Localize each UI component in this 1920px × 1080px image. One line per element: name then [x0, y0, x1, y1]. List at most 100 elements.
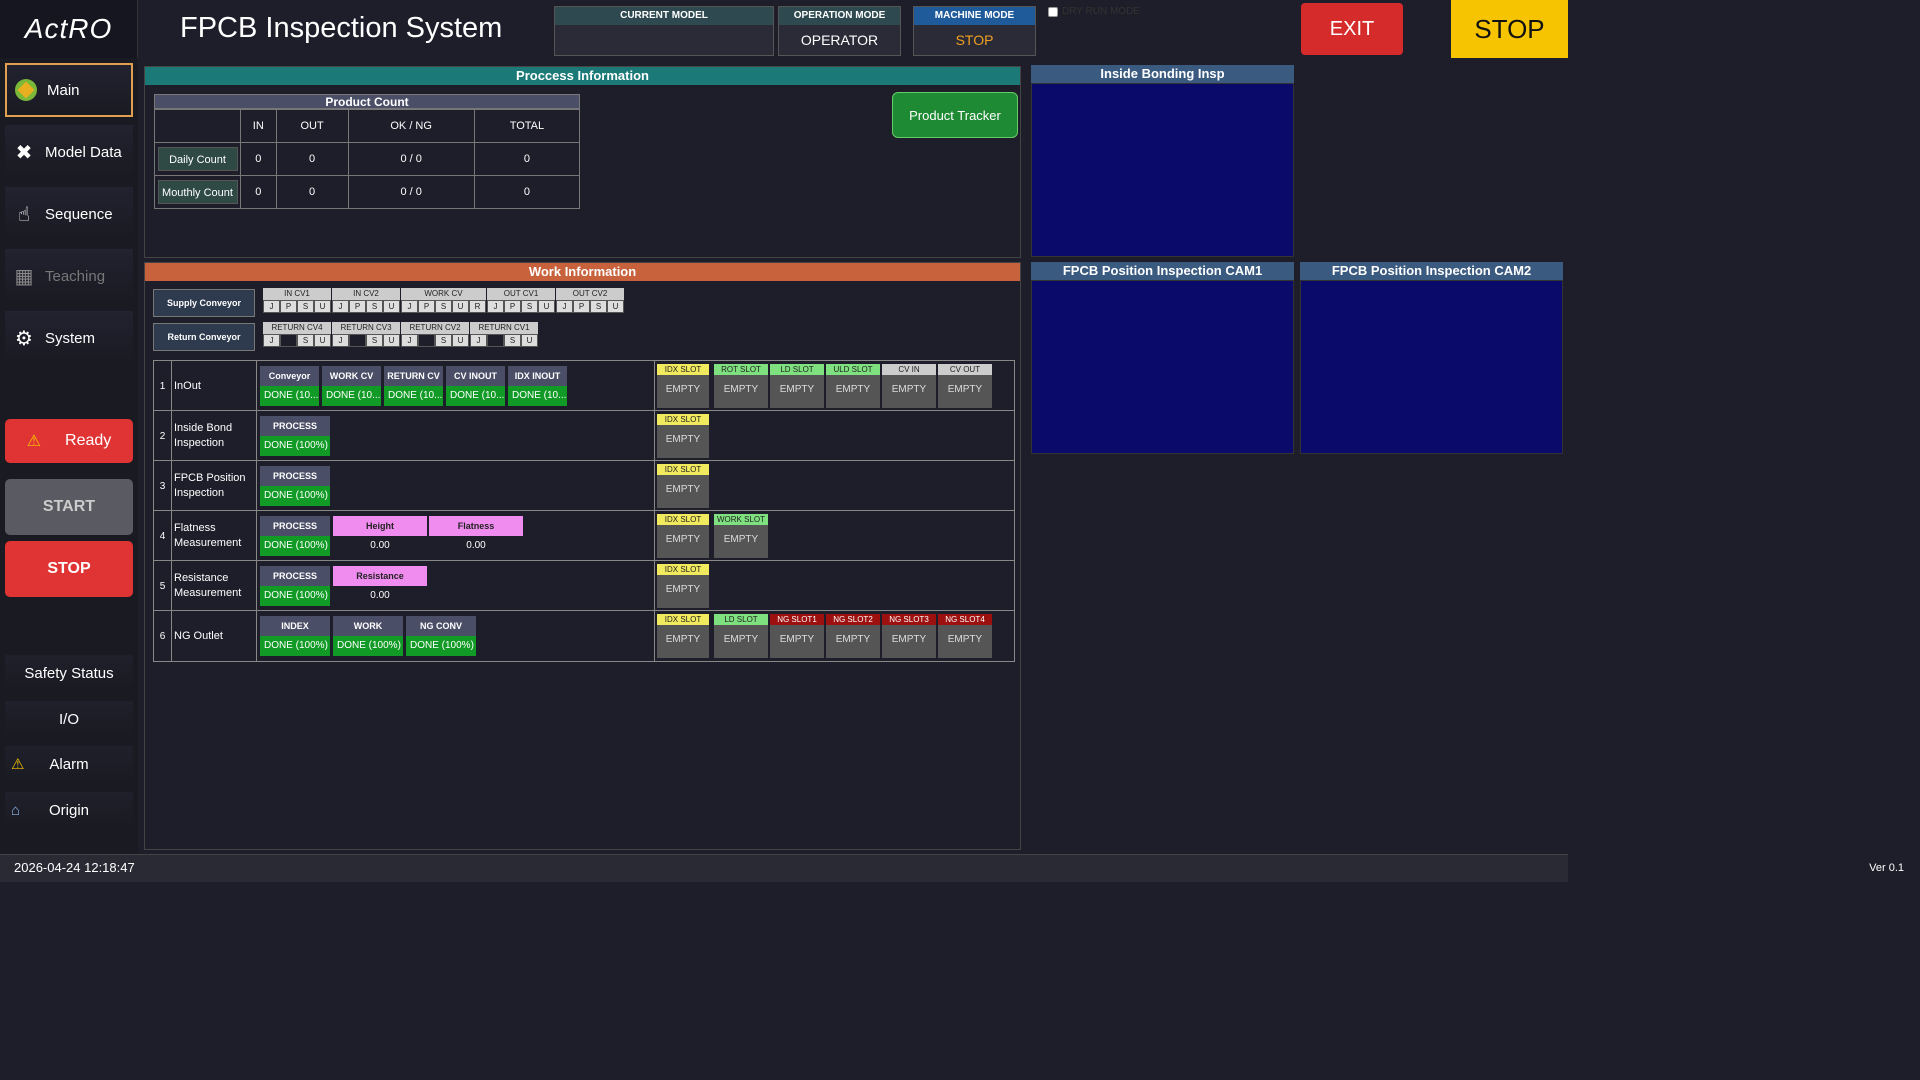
supply-cell: S — [435, 300, 452, 313]
supply-cell: U — [383, 300, 400, 313]
process-value: DONE (10... — [260, 386, 319, 406]
supply-cell: U — [452, 300, 469, 313]
idx-slot-value: EMPTY — [657, 375, 709, 408]
slot-label: LD SLOT — [714, 614, 768, 625]
ready-status-button[interactable]: ⚠ Ready — [5, 419, 133, 463]
process-name: IDX INOUT — [508, 366, 567, 386]
return-conveyor-button[interactable]: Return Conveyor — [153, 323, 255, 351]
daily-in: 0 — [240, 142, 277, 176]
nav-origin[interactable]: ⌂ Origin — [5, 792, 133, 828]
slot-label: NG SLOT4 — [938, 614, 992, 625]
slot: WORK SLOT EMPTY — [714, 514, 768, 558]
return-cell: J — [401, 334, 418, 347]
warning-icon: ⚠ — [26, 433, 42, 450]
process-value: DONE (100%) — [260, 536, 330, 556]
machine-mode-value: STOP — [955, 32, 994, 48]
slot: NG SLOT4 EMPTY — [938, 614, 992, 658]
exit-button[interactable]: EXIT — [1301, 3, 1403, 55]
nav-model-data[interactable]: ✖ Model Data — [5, 125, 133, 179]
idx-slot-value: EMPTY — [657, 475, 709, 508]
pc-col-out: OUT — [275, 109, 349, 143]
return-group-name: RETURN CV2 — [401, 322, 469, 334]
process-name: CV INOUT — [446, 366, 505, 386]
current-model-value — [555, 25, 773, 55]
supply-group-name: IN CV2 — [332, 288, 400, 300]
supply-cell: J — [401, 300, 418, 313]
nav-io[interactable]: I/O — [5, 701, 133, 737]
process-status: PROCESS DONE (100%) — [260, 566, 330, 606]
return-cell: S — [435, 334, 452, 347]
return-cell — [487, 334, 504, 347]
measurement: Flatness 0.00 — [429, 516, 523, 556]
tools-icon: ✖ — [15, 141, 33, 164]
product-tracker-button[interactable]: Product Tracker — [892, 92, 1018, 138]
return-cell — [418, 334, 435, 347]
nav-main-label: Main — [47, 81, 80, 99]
work-row-number: 4 — [154, 511, 172, 561]
return-cell: U — [452, 334, 469, 347]
row-divider — [256, 511, 257, 561]
monthly-count-button[interactable]: Mouthly Count — [157, 180, 238, 204]
work-row-number: 2 — [154, 411, 172, 461]
return-group: RETURN CV3 J S U — [332, 322, 400, 348]
supply-cell: R — [469, 300, 486, 313]
pc-col-in: IN — [240, 109, 277, 143]
nav-safety-status[interactable]: Safety Status — [5, 655, 133, 691]
daily-count-button[interactable]: Daily Count — [157, 147, 238, 171]
return-cell: J — [470, 334, 487, 347]
top-stop-button[interactable]: STOP — [1451, 0, 1568, 58]
supply-group-name: IN CV1 — [263, 288, 331, 300]
supply-group: IN CV1 J P S U — [263, 288, 331, 314]
return-group-name: RETURN CV4 — [263, 322, 331, 334]
idx-slot-label: IDX SLOT — [657, 414, 709, 425]
slot-label: NG SLOT1 — [770, 614, 824, 625]
slot-label: ULD SLOT — [826, 364, 880, 375]
return-cell: U — [521, 334, 538, 347]
nav-teaching[interactable]: ▦ Teaching — [5, 249, 133, 303]
slot-label: CV OUT — [938, 364, 992, 375]
measurement: Height 0.00 — [333, 516, 427, 556]
operation-mode-label: OPERATION MODE — [779, 7, 900, 25]
slot-value: EMPTY — [714, 625, 768, 658]
idx-slot-value: EMPTY — [657, 625, 709, 658]
main-icon — [11, 75, 41, 105]
work-row: 3 FPCB Position Inspection PROCESS DONE (10… — [154, 461, 1014, 511]
process-value: DONE (100%) — [260, 636, 330, 656]
nav-alarm[interactable]: ⚠ Alarm — [5, 746, 133, 782]
process-status: WORK DONE (100%) — [333, 616, 403, 656]
slot-value: EMPTY — [770, 375, 824, 408]
nav-system[interactable]: ⚙ System — [5, 311, 133, 365]
slot: CV OUT EMPTY — [938, 364, 992, 408]
slot-value: EMPTY — [770, 625, 824, 658]
work-row-name: FPCB Position Inspection — [174, 472, 246, 499]
supply-cell: P — [349, 300, 366, 313]
work-row-number: 5 — [154, 561, 172, 611]
slot: NG SLOT1 EMPTY — [770, 614, 824, 658]
idx-slot: IDX SLOT EMPTY — [657, 414, 709, 458]
work-row: 1 InOut Conveyor DONE (10... WORK CV DONE (10… — [154, 361, 1014, 411]
work-row: 2 Inside Bond Inspection PROCESS DONE (100%… — [154, 411, 1014, 461]
nav-origin-label: Origin — [48, 801, 89, 819]
supply-group: OUT CV2 J P S U — [556, 288, 624, 314]
return-cell: U — [314, 334, 331, 347]
work-row-name: InOut — [174, 379, 201, 392]
measurement-value: 0.00 — [466, 540, 486, 551]
return-cell: U — [383, 334, 400, 347]
nav-sequence[interactable]: ☝ Sequence — [5, 187, 133, 241]
work-row-name: Flatness Measurement — [174, 522, 242, 549]
process-value: DONE (100%) — [333, 636, 403, 656]
idx-slot-value: EMPTY — [657, 425, 709, 458]
dry-run-toggle[interactable]: DRY RUN MODE — [1048, 6, 1140, 17]
return-group-name: RETURN CV3 — [332, 322, 400, 334]
slot-value: EMPTY — [826, 375, 880, 408]
start-button[interactable]: START — [5, 479, 133, 535]
supply-conveyor-button[interactable]: Supply Conveyor — [153, 289, 255, 317]
slot: ROT SLOT EMPTY — [714, 364, 768, 408]
version: Ver 0.1 — [1869, 862, 1904, 874]
dry-run-checkbox[interactable] — [1048, 6, 1058, 17]
process-name: PROCESS — [260, 566, 330, 586]
sidebar-stop-button[interactable]: STOP — [5, 541, 133, 597]
current-model-box: CURRENT MODEL — [554, 6, 774, 56]
nav-main[interactable]: Main — [5, 63, 133, 117]
slot: NG SLOT3 EMPTY — [882, 614, 936, 658]
